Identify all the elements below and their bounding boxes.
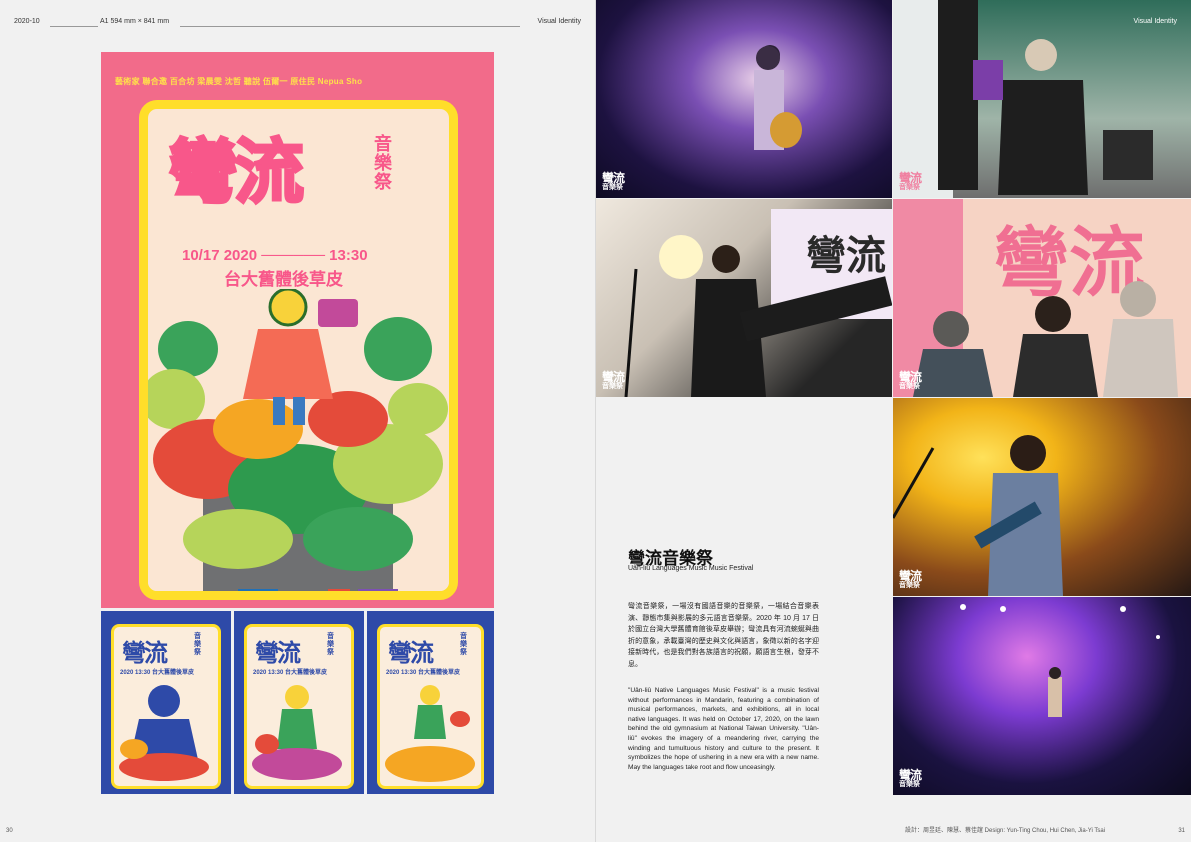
banner-text: 彎流	[806, 233, 886, 279]
mini-poster-title: 彎流	[388, 640, 434, 667]
header-section: Visual Identity	[537, 18, 581, 25]
photo-logo: 彎流 音樂祭	[899, 370, 922, 390]
header-rule	[180, 26, 520, 27]
page-number-right: 31	[1178, 828, 1185, 834]
article-subtitle: Uân-liû Languages Music Music Festival	[628, 565, 754, 572]
poster-frame: 彎流 音樂祭 10/17 2020 ────── 13:30 台大舊體後草皮	[139, 100, 458, 600]
photo-guitarist-purple: 彎流 音樂祭	[596, 0, 892, 198]
mini-poster-date: 2020 13:30 台大舊體後草皮	[120, 670, 195, 676]
poster-date: 10/17 2020 ────── 13:30	[182, 247, 368, 264]
header-size: A1 594 mm × 841 mm	[100, 18, 170, 25]
mini-poster-subtitle: 音樂祭	[194, 633, 201, 656]
photo-logo: 彎流 音樂祭	[602, 171, 625, 191]
photo-stage-night: 彎流 音樂祭	[893, 597, 1191, 795]
photo-logo: 彎流 音樂祭	[899, 768, 922, 788]
mini-poster-illustration	[385, 685, 475, 782]
mini-poster-illustration	[119, 685, 209, 781]
mini-poster-pink: 彎流 音樂祭 2020 13:30 台大舊體後草皮	[234, 611, 364, 794]
mini-poster-illustration	[252, 685, 342, 780]
photo-logo: 彎流 音樂祭	[899, 171, 922, 191]
page-number: 30	[6, 828, 13, 834]
page-footer-credit: 設計：周昱廷、陳慧、蔡佳誼 Design: Yun-Ting Chou, Hui…	[905, 828, 1106, 834]
photo-speaker-outdoor: 彎流 音樂祭	[893, 0, 1191, 198]
main-poster: 藝術家 聯合邀 百合坊 梁晨雯 沈哲 聽說 伍爾一 原住民 Nepua Sho …	[101, 52, 494, 608]
mini-poster-title: 彎流	[122, 640, 168, 667]
header-section: Visual Identity	[1133, 18, 1177, 25]
mini-poster-subtitle: 音樂祭	[327, 633, 334, 656]
poster-title: 彎流	[167, 131, 306, 213]
poster-subtitle: 音樂祭	[374, 134, 392, 192]
article-body-chinese: 彎流音樂祭，一場沒有國語音樂的音樂祭，一場結合音樂表演、靜態市集與影展的多元語言…	[628, 603, 819, 668]
mini-poster-title: 彎流	[255, 640, 301, 667]
photo-panel-talk: 彎流 彎流 音樂祭	[893, 199, 1191, 397]
photo-band-keyboard: 彎流 彎流 音樂祭	[596, 199, 892, 397]
mini-poster-date: 2020 13:30 台大舊體後草皮	[253, 670, 328, 676]
mini-poster-blue: 彎流 音樂祭 2020 13:30 台大舊體後草皮	[101, 611, 231, 794]
header-rule	[50, 26, 98, 27]
left-page: 2020-10 A1 594 mm × 841 mm Visual Identi…	[0, 0, 595, 842]
poster-venue: 台大舊體後草皮	[224, 270, 343, 289]
photo-logo: 彎流 音樂祭	[899, 569, 922, 589]
mini-poster-green: 彎流 音樂祭 2020 13:30 台大舊體後草皮	[367, 611, 494, 794]
photo-bassist-yellow: 彎流 音樂祭	[893, 398, 1191, 596]
article-body-english: "Uân-liû Native Languages Music Festival…	[628, 687, 819, 771]
header-issue: 2020-10	[14, 18, 40, 25]
poster-illustration	[148, 289, 449, 591]
photo-logo: 彎流 音樂祭	[602, 370, 625, 390]
mini-poster-subtitle: 音樂祭	[460, 633, 467, 656]
mini-poster-date: 2020 13:30 台大舊體後草皮	[386, 670, 461, 676]
poster-lineup: 藝術家 聯合邀 百合坊 梁晨雯 沈哲 聽說 伍爾一 原住民 Nepua Sho	[115, 77, 363, 86]
